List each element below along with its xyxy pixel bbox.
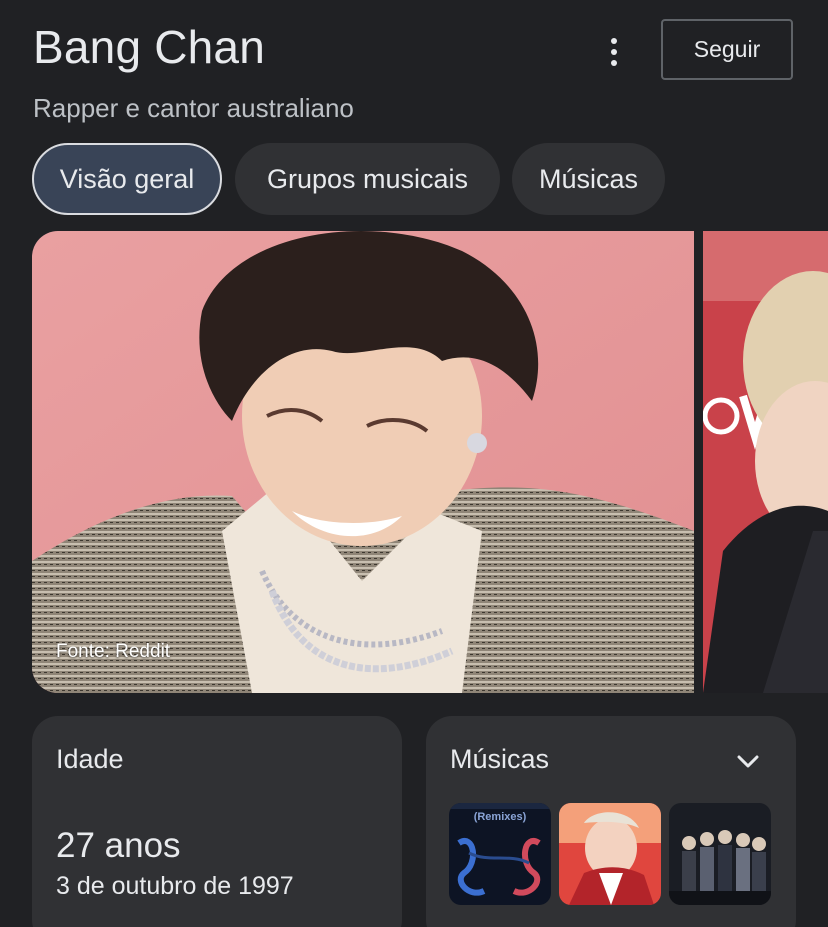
secondary-photo[interactable]	[703, 231, 828, 693]
tab-songs[interactable]: Músicas	[512, 143, 665, 215]
tab-overview[interactable]: Visão geral	[32, 143, 222, 215]
song-thumbnail-2[interactable]	[559, 803, 661, 905]
entity-description: Rapper e cantor australiano	[33, 93, 354, 123]
page-title: Bang Chan	[33, 21, 265, 73]
knowledge-panel: Bang Chan Rapper e cantor australiano Se…	[0, 0, 828, 927]
photo-source-caption: Fonte: Reddit	[56, 641, 171, 662]
more-options-button[interactable]	[596, 30, 632, 74]
album-cover-red	[559, 803, 661, 905]
songs-card[interactable]: Músicas (Remixes)	[426, 716, 796, 927]
album-cover-group	[669, 803, 771, 905]
chevron-down-icon[interactable]	[732, 746, 764, 778]
birth-date: 3 de outubro de 1997	[56, 872, 294, 900]
songs-card-title: Músicas	[450, 744, 550, 774]
age-value: 27 anos	[56, 826, 181, 865]
age-card[interactable]: Idade 27 anos 3 de outubro de 1997	[32, 716, 402, 927]
tab-music-groups[interactable]: Grupos musicais	[235, 143, 500, 215]
album-cover-text: (Remixes)	[473, 811, 527, 823]
secondary-portrait-image	[703, 231, 828, 693]
follow-button[interactable]: Seguir	[661, 19, 793, 80]
main-photo[interactable]: Fonte: Reddit	[32, 231, 694, 693]
age-card-title: Idade	[56, 744, 124, 774]
song-thumbnail-3[interactable]	[669, 803, 771, 905]
song-thumbnail-1[interactable]: (Remixes)	[449, 803, 551, 905]
more-vert-icon	[611, 38, 617, 44]
portrait-image	[32, 231, 694, 693]
